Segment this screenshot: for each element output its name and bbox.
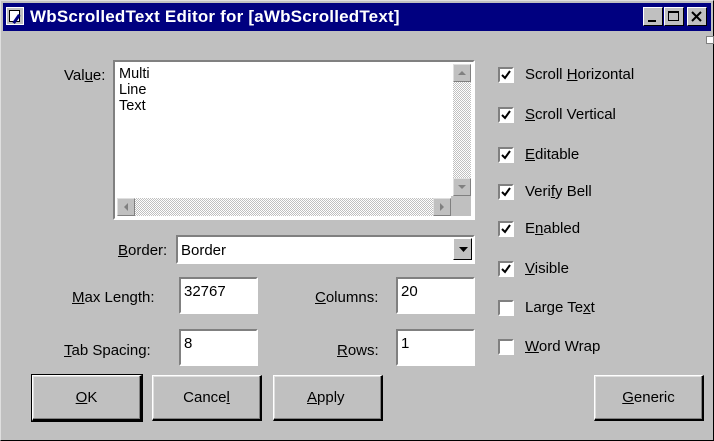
maximize-button[interactable]: [664, 7, 684, 26]
border-dropdown[interactable]: Border: [176, 235, 475, 264]
checkbox-box[interactable]: [498, 261, 514, 277]
checkbox-label: Large Text: [525, 299, 595, 316]
checkbox-box[interactable]: [498, 147, 514, 163]
columns-value: 20: [401, 283, 418, 300]
apply-button[interactable]: Apply: [273, 375, 383, 421]
max-length-field[interactable]: 32767: [179, 277, 258, 314]
generic-button-label: Generic: [622, 389, 675, 406]
scroll-down-icon: [458, 185, 466, 189]
checkbox-box[interactable]: [498, 339, 514, 355]
title-bar[interactable]: WbScrolledText Editor for [aWbScrolledTe…: [3, 3, 711, 31]
checkmark-icon: [501, 70, 511, 80]
rows-label: Rows:: [337, 342, 379, 359]
checkbox-box[interactable]: [498, 107, 514, 123]
scroll-corner: [451, 196, 471, 216]
ok-button-label: OK: [75, 389, 98, 406]
checkbox-box[interactable]: [498, 184, 514, 200]
border-label: Border:: [118, 242, 168, 259]
scroll-left-icon: [124, 203, 128, 211]
window-title: WbScrolledText Editor for [aWbScrolledTe…: [30, 7, 400, 26]
rows-field[interactable]: 1: [396, 329, 475, 366]
ok-button[interactable]: OK: [31, 374, 143, 422]
dropdown-button[interactable]: [453, 238, 472, 260]
checkmark-icon: [501, 150, 511, 160]
max-length-value: 32767: [184, 283, 226, 300]
scroll-right-button[interactable]: [433, 198, 451, 216]
generic-button[interactable]: Generic: [594, 375, 704, 421]
checkbox-label: Enabled: [525, 220, 581, 237]
scroll-left-button[interactable]: [117, 198, 135, 216]
rows-value: 1: [401, 335, 410, 352]
vertical-scrollbar[interactable]: [453, 64, 471, 196]
columns-field[interactable]: 20: [396, 277, 475, 314]
checkbox-label: Editable: [525, 146, 580, 163]
maximize-icon: [668, 11, 679, 21]
tab-spacing-field[interactable]: 8: [179, 329, 258, 366]
size-grip[interactable]: [706, 36, 714, 44]
scroll-right-icon: [440, 203, 444, 211]
cancel-button[interactable]: Cancel: [152, 375, 262, 421]
checkbox-box[interactable]: [498, 67, 514, 83]
minimize-button[interactable]: [643, 7, 663, 26]
checkbox-label: Scroll Vertical: [525, 106, 616, 123]
checkbox-box[interactable]: [498, 300, 514, 316]
horizontal-scrollbar[interactable]: [117, 198, 451, 216]
value-textarea[interactable]: Multi Line Text: [113, 60, 475, 220]
scroll-up-button[interactable]: [453, 64, 471, 82]
checkmark-icon: [501, 187, 511, 197]
checkbox-box[interactable]: [498, 221, 514, 237]
app-icon[interactable]: [6, 7, 24, 25]
checkmark-icon: [501, 224, 511, 234]
columns-label: Columns:: [315, 289, 379, 306]
tab-spacing-label: Tab Spacing:: [64, 342, 151, 359]
checkbox-label: Visible: [525, 260, 569, 277]
cancel-button-label: Cancel: [183, 389, 230, 406]
close-button[interactable]: [687, 7, 707, 26]
checkbox-label: Word Wrap: [525, 338, 601, 355]
checkmark-icon: [501, 264, 511, 274]
checkbox-label: Verify Bell: [525, 183, 592, 200]
close-icon: [691, 11, 702, 22]
scroll-up-icon: [458, 71, 466, 75]
minimize-icon: [648, 20, 656, 22]
checkmark-icon: [501, 110, 511, 120]
apply-button-label: Apply: [307, 389, 345, 406]
checkbox-label: Scroll Horizontal: [525, 66, 635, 83]
border-selected-value: Border: [181, 242, 227, 259]
dropdown-arrow-icon: [459, 247, 468, 252]
editor-window: WbScrolledText Editor for [aWbScrolledTe…: [0, 0, 714, 441]
scroll-down-button[interactable]: [453, 178, 471, 196]
max-length-label: Max Length:: [72, 289, 155, 306]
tab-spacing-value: 8: [184, 335, 193, 352]
value-text[interactable]: Multi Line Text: [119, 66, 150, 114]
value-label: Value:: [64, 67, 106, 84]
